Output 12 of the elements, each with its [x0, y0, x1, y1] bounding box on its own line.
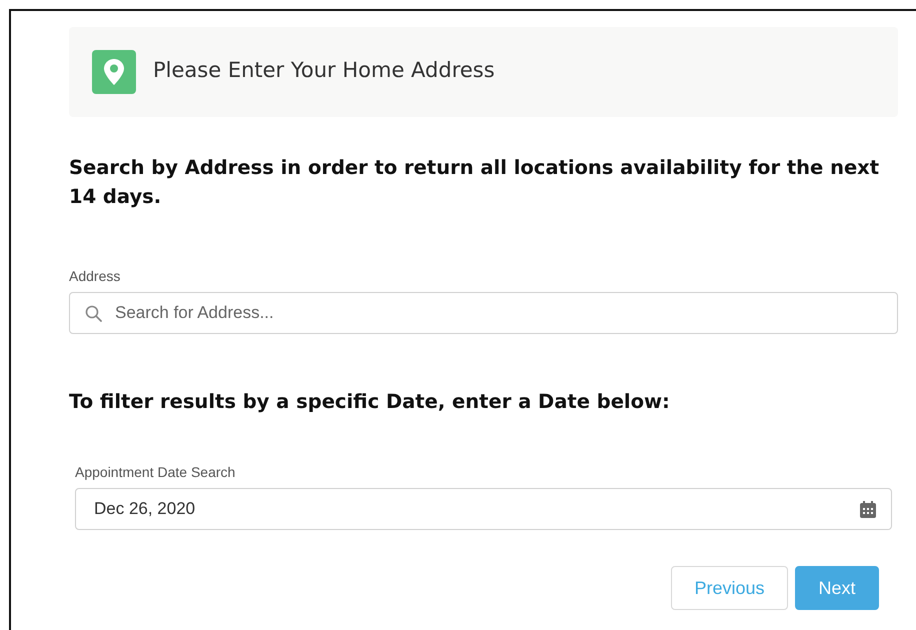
search-icon	[85, 305, 102, 322]
filter-heading: To filter results by a specific Date, enter a Date below:	[69, 389, 671, 415]
address-search-field[interactable]: Search for Address...	[69, 292, 898, 334]
previous-button[interactable]: Previous	[671, 566, 788, 610]
field-label: Address	[69, 268, 122, 284]
map-pin-icon	[92, 50, 136, 94]
page-title: Please Enter Your Home Address	[153, 58, 495, 82]
date-field[interactable]: Dec 26, 2020	[75, 488, 892, 530]
intro-text: Search by Address in order to return all locations availability for the next 14 days.	[69, 155, 880, 210]
calendar-icon[interactable]	[860, 501, 876, 518]
field-label: Appointment Date Search	[75, 464, 236, 480]
next-button[interactable]: Next	[795, 566, 879, 610]
